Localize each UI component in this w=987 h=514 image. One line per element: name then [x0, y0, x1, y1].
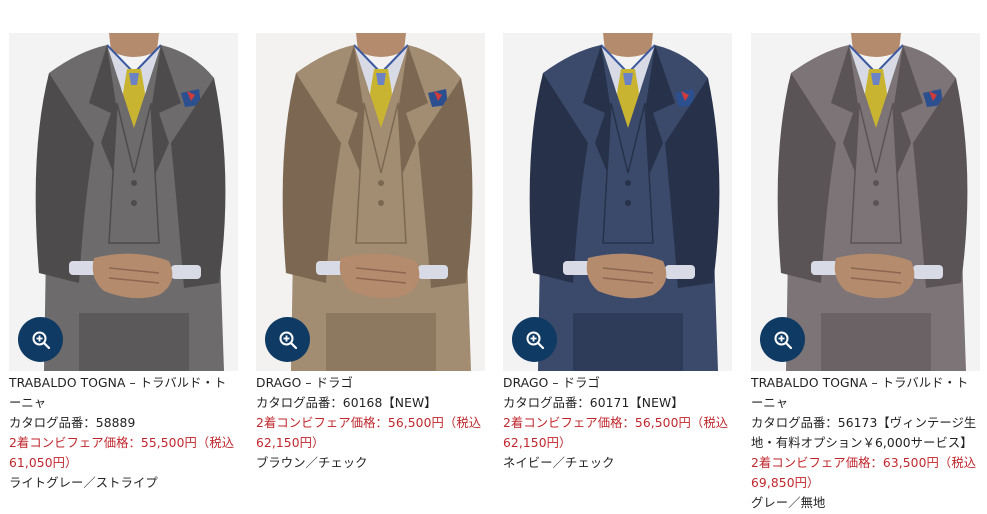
product-info: DRAGO – ドラゴ カタログ品番：60168【NEW】 2着コンビフェア価格… [256, 371, 485, 473]
product-card[interactable]: DRAGO – ドラゴ カタログ品番：60171【NEW】 2着コンビフェア価格… [503, 33, 732, 473]
fair-price: 2着コンビフェア価格：56,500円（税込62,150円） [503, 416, 729, 450]
product-image[interactable] [9, 33, 238, 371]
fair-price: 2着コンビフェア価格：55,500円（税込61,050円） [9, 436, 235, 470]
product-name[interactable]: DRAGO – ドラゴ [503, 373, 732, 393]
product-name[interactable]: TRABALDO TOGNA – トラバルド・トーニャ [9, 373, 238, 413]
catalog-number: カタログ品番：60171【NEW】 [503, 396, 684, 410]
zoom-in-icon [32, 331, 50, 349]
product-info: DRAGO – ドラゴ カタログ品番：60171【NEW】 2着コンビフェア価格… [503, 371, 732, 473]
product-card[interactable]: TRABALDO TOGNA – トラバルド・トーニャ カタログ品番：56173… [751, 33, 980, 513]
zoom-in-icon [526, 331, 544, 349]
product-image[interactable] [751, 33, 980, 371]
product-info: TRABALDO TOGNA – トラバルド・トーニャ カタログ品番：56173… [751, 371, 980, 513]
product-card[interactable]: DRAGO – ドラゴ カタログ品番：60168【NEW】 2着コンビフェア価格… [256, 33, 485, 473]
product-image[interactable] [256, 33, 485, 371]
product-name[interactable]: TRABALDO TOGNA – トラバルド・トーニャ [751, 373, 980, 413]
color-pattern: ライトグレー／ストライプ [9, 476, 158, 490]
zoom-button[interactable] [512, 317, 557, 362]
product-image[interactable] [503, 33, 732, 371]
zoom-button[interactable] [18, 317, 63, 362]
zoom-in-icon [774, 331, 792, 349]
catalog-number: カタログ品番：56173【ヴィンテージ生地・有料オプション￥6,000サービス】 [751, 416, 977, 450]
color-pattern: ブラウン／チェック [256, 456, 368, 470]
fair-price: 2着コンビフェア価格：56,500円（税込62,150円） [256, 416, 482, 450]
fair-price: 2着コンビフェア価格：63,500円（税込69,850円） [751, 456, 977, 490]
product-grid: TRABALDO TOGNA – トラバルド・トーニャ カタログ品番：58889… [0, 0, 987, 514]
product-name[interactable]: DRAGO – ドラゴ [256, 373, 485, 393]
color-pattern: グレー／無地 [751, 496, 826, 510]
zoom-in-icon [279, 331, 297, 349]
product-info: TRABALDO TOGNA – トラバルド・トーニャ カタログ品番：58889… [9, 371, 238, 493]
zoom-button[interactable] [265, 317, 310, 362]
catalog-number: カタログ品番：60168【NEW】 [256, 396, 437, 410]
catalog-number: カタログ品番：58889 [9, 416, 136, 430]
zoom-button[interactable] [760, 317, 805, 362]
color-pattern: ネイビー／チェック [503, 456, 615, 470]
product-card[interactable]: TRABALDO TOGNA – トラバルド・トーニャ カタログ品番：58889… [9, 33, 238, 493]
